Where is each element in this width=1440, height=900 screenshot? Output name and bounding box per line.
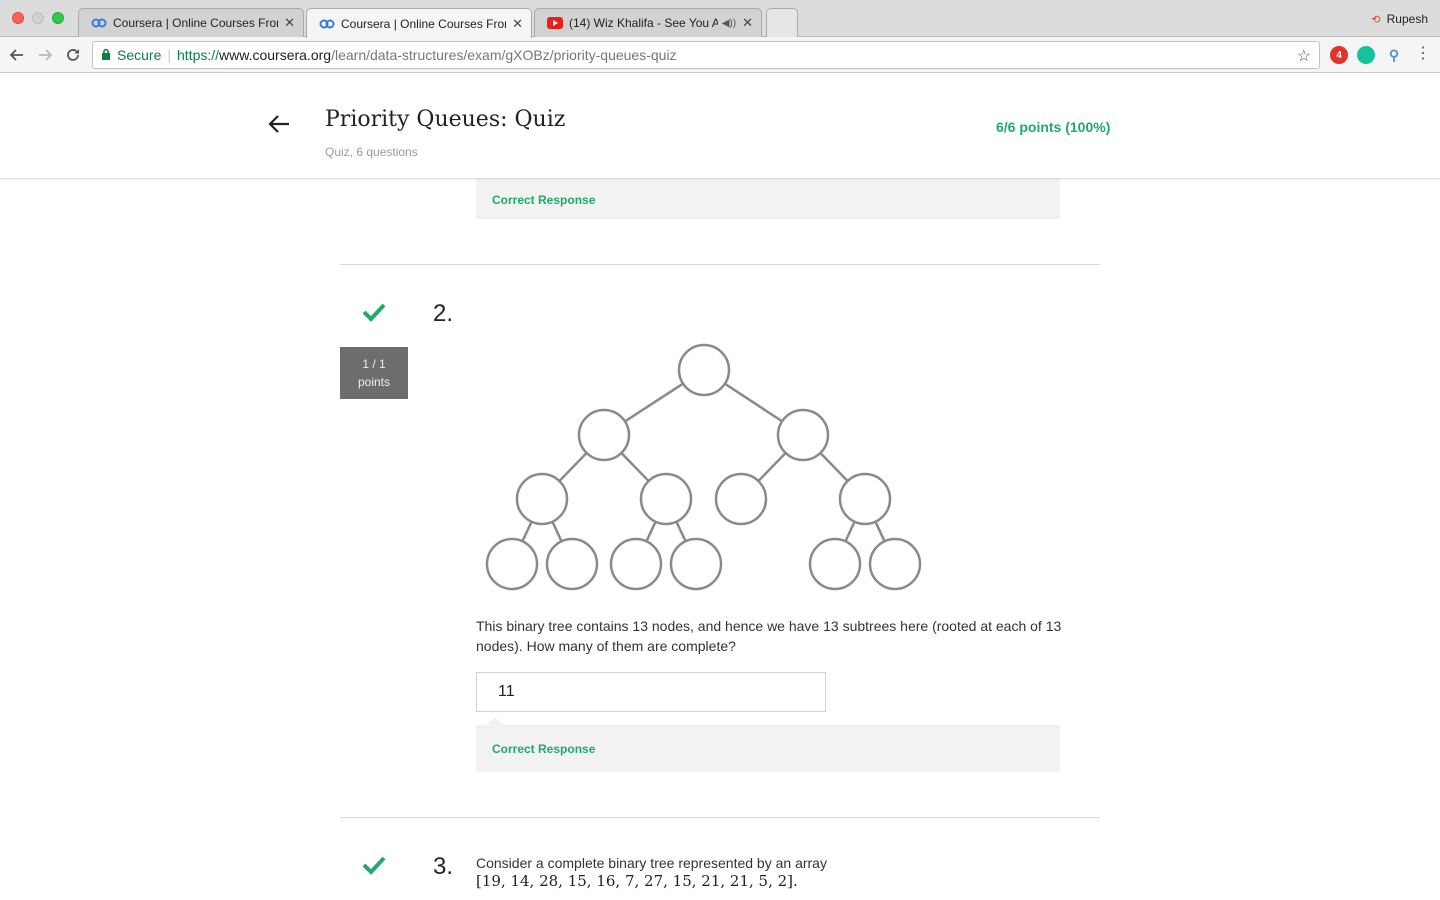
points-badge: 1 / 1 points bbox=[340, 347, 408, 399]
extension-badge-icon[interactable]: 4 bbox=[1330, 46, 1348, 64]
url-path: /learn/data-structures/exam/gXOBz/priori… bbox=[331, 47, 677, 63]
tree-node bbox=[609, 537, 663, 591]
points-label: points bbox=[357, 375, 391, 389]
url-protocol: https:// bbox=[177, 47, 220, 63]
profile-button[interactable]: ⟲ Rupesh bbox=[1371, 12, 1428, 26]
tree-node bbox=[577, 408, 631, 462]
url-host: www.coursera.org bbox=[219, 47, 332, 63]
answer-input[interactable]: 11 bbox=[476, 672, 826, 712]
binary-tree-diagram bbox=[485, 343, 922, 591]
question-divider bbox=[340, 817, 1100, 818]
browser-tab-2[interactable]: Coursera | Online Courses From ✕ bbox=[306, 8, 532, 38]
tab-title: Coursera | Online Courses From bbox=[113, 16, 279, 30]
close-tab-icon[interactable]: ✕ bbox=[284, 15, 295, 31]
tab-title: Coursera | Online Courses From bbox=[341, 16, 507, 31]
close-tab-icon[interactable]: ✕ bbox=[512, 16, 523, 32]
browser-tab-1[interactable]: Coursera | Online Courses From ✕ bbox=[78, 8, 304, 37]
page-title: Priority Queues: Quiz bbox=[325, 107, 566, 132]
secure-label: Secure bbox=[117, 47, 162, 63]
minimize-window-button[interactable] bbox=[32, 12, 44, 24]
tree-node bbox=[808, 537, 862, 591]
close-window-button[interactable] bbox=[12, 12, 24, 24]
new-tab-button[interactable] bbox=[766, 8, 798, 37]
browser-tab-bar: Coursera | Online Courses From ✕ Courser… bbox=[0, 0, 1440, 38]
tree-node bbox=[485, 537, 539, 591]
reload-icon bbox=[67, 49, 79, 61]
tree-node bbox=[868, 537, 922, 591]
browser-tab-3[interactable]: (14) Wiz Khalifa - See You A ◀)) ✕ bbox=[534, 8, 762, 37]
feedback-label: Correct Response bbox=[492, 741, 596, 756]
question-text: This binary tree contains 13 nodes, and … bbox=[476, 618, 1062, 654]
answer-value: 11 bbox=[498, 683, 515, 700]
q2-feedback: Correct Response bbox=[476, 717, 1060, 772]
quiz-header: Priority Queues: Quiz Quiz, 6 questions … bbox=[0, 74, 1440, 179]
page-subtitle: Quiz, 6 questions bbox=[325, 145, 418, 159]
tree-node bbox=[669, 537, 723, 591]
browser-toolbar: Secure | https://www.coursera.org/learn/… bbox=[0, 37, 1440, 73]
feedback-label: Correct Response bbox=[492, 192, 596, 207]
tree-node bbox=[714, 472, 768, 526]
reload-button[interactable] bbox=[62, 44, 84, 66]
question-number: 3. bbox=[433, 853, 454, 880]
back-button[interactable] bbox=[6, 44, 28, 66]
question-number: 2. bbox=[433, 300, 454, 327]
question-text: Consider a complete binary tree represen… bbox=[476, 855, 827, 871]
coursera-icon bbox=[319, 18, 335, 30]
back-arrow-icon[interactable] bbox=[266, 111, 292, 137]
checkmark-icon bbox=[362, 856, 386, 875]
profile-icon: ⟲ bbox=[1371, 13, 1381, 26]
feedback-caret bbox=[486, 717, 504, 725]
tree-node bbox=[677, 343, 731, 397]
tree-node bbox=[838, 472, 892, 526]
question-divider bbox=[340, 264, 1100, 265]
youtube-icon bbox=[547, 17, 563, 29]
coursera-icon bbox=[91, 17, 107, 29]
browser-menu-icon[interactable]: ⋮ bbox=[1415, 45, 1431, 63]
score-text: 6/6 points (100%) bbox=[996, 119, 1111, 135]
tree-node bbox=[545, 537, 599, 591]
points-value: 1 / 1 bbox=[362, 357, 386, 371]
extension-badge-count: 4 bbox=[1336, 49, 1342, 61]
profile-name: Rupesh bbox=[1386, 12, 1428, 26]
maximize-window-button[interactable] bbox=[52, 12, 64, 24]
tree-node bbox=[639, 472, 693, 526]
tab-title: (14) Wiz Khalifa - See You A bbox=[569, 16, 718, 30]
speaker-icon[interactable]: ◀)) bbox=[722, 18, 736, 29]
address-bar[interactable]: Secure | https://www.coursera.org/learn/… bbox=[92, 41, 1320, 69]
bookmark-star-icon[interactable]: ☆ bbox=[1297, 46, 1311, 66]
extension-icon[interactable]: ⚲ bbox=[1385, 46, 1403, 64]
lock-icon bbox=[101, 48, 111, 63]
close-tab-icon[interactable]: ✕ bbox=[742, 15, 753, 31]
arrow-left-icon bbox=[9, 49, 23, 61]
question-array: [19, 14, 28, 15, 16, 7, 27, 15, 21, 21, … bbox=[476, 872, 798, 890]
tree-node bbox=[776, 408, 830, 462]
forward-button[interactable] bbox=[34, 44, 56, 66]
tree-node bbox=[515, 472, 569, 526]
grammarly-icon[interactable] bbox=[1357, 46, 1375, 64]
arrow-right-icon bbox=[39, 49, 53, 61]
checkmark-icon bbox=[362, 303, 386, 322]
divider: | bbox=[167, 47, 171, 63]
